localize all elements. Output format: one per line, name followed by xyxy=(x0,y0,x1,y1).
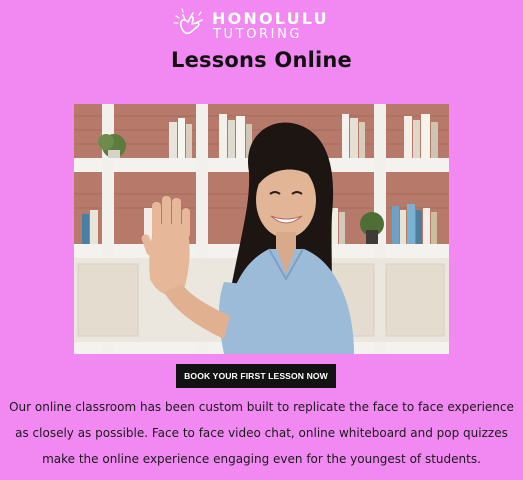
description-line: make the online experience engaging even… xyxy=(42,452,481,466)
brand-subtitle: TUTORING xyxy=(213,27,303,42)
description-line: Our online classroom has been custom bui… xyxy=(9,400,514,414)
page-title: Lessons Online xyxy=(170,48,352,72)
description-text: Our online classroom has been custom bui… xyxy=(8,394,515,472)
shaka-hand-icon xyxy=(173,8,203,35)
page: HONOLULU TUTORING Lessons Online BOOK YO… xyxy=(0,0,523,480)
brand-name: HONOLULU xyxy=(212,9,329,28)
book-first-lesson-button[interactable]: BOOK YOUR FIRST LESSON NOW xyxy=(176,364,336,388)
brand-logo[interactable]: HONOLULU TUTORING xyxy=(172,6,332,42)
description-line: as closely as possible. Face to face vid… xyxy=(15,426,508,440)
hero-image xyxy=(74,104,449,354)
